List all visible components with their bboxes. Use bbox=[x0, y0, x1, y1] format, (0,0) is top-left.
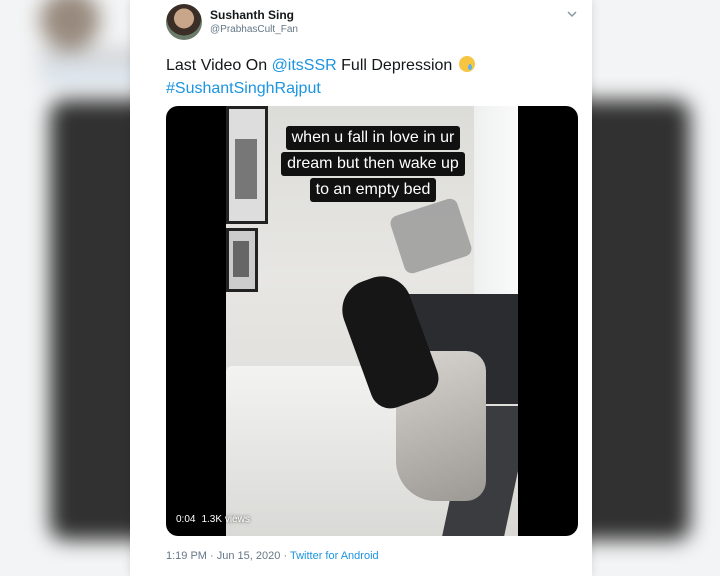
avatar[interactable] bbox=[166, 4, 202, 40]
meta-separator: · bbox=[283, 550, 288, 562]
tweet-time[interactable]: 1:19 PM bbox=[166, 550, 207, 562]
mention-link[interactable]: @itsSSR bbox=[272, 57, 337, 74]
source-link[interactable]: Twitter for Android bbox=[290, 550, 379, 562]
display-name[interactable]: Sushanth Sing bbox=[210, 8, 294, 22]
video-player[interactable]: when u fall in love in ur dream but then… bbox=[166, 106, 578, 536]
meta-separator: · bbox=[210, 550, 214, 562]
wall-picture-frame bbox=[226, 106, 268, 224]
view-count: 1.3K views bbox=[201, 514, 250, 525]
video-stats: 0:04 1.3K views bbox=[176, 514, 256, 525]
chevron-down-icon[interactable] bbox=[566, 8, 580, 22]
video-caption: when u fall in love in ur dream but then… bbox=[266, 126, 480, 204]
caption-line: dream but then wake up bbox=[281, 152, 465, 176]
wall-picture-frame bbox=[226, 228, 258, 292]
video-time: 0:04 bbox=[176, 514, 196, 525]
tweet-text: Last Video On @itsSSR Full Depression #S… bbox=[166, 54, 586, 100]
hashtag-link[interactable]: #SushantSinghRajput bbox=[166, 80, 321, 97]
tweet-text-suffix: Full Depression bbox=[336, 57, 453, 74]
tweet-card: Sushanth Sing @PrabhasCult_Fan Last Vide… bbox=[130, 0, 592, 576]
crying-face-emoji-icon bbox=[458, 56, 475, 72]
caption-line: when u fall in love in ur bbox=[285, 126, 461, 150]
tweet-meta: 1:19 PM · Jun 15, 2020 · Twitter for And… bbox=[166, 550, 379, 562]
caption-line: to an empty bed bbox=[309, 178, 437, 202]
tweet-text-prefix: Last Video On bbox=[166, 57, 272, 74]
tweet-date[interactable]: Jun 15, 2020 bbox=[217, 550, 281, 562]
user-handle[interactable]: @PrabhasCult_Fan bbox=[210, 24, 298, 35]
